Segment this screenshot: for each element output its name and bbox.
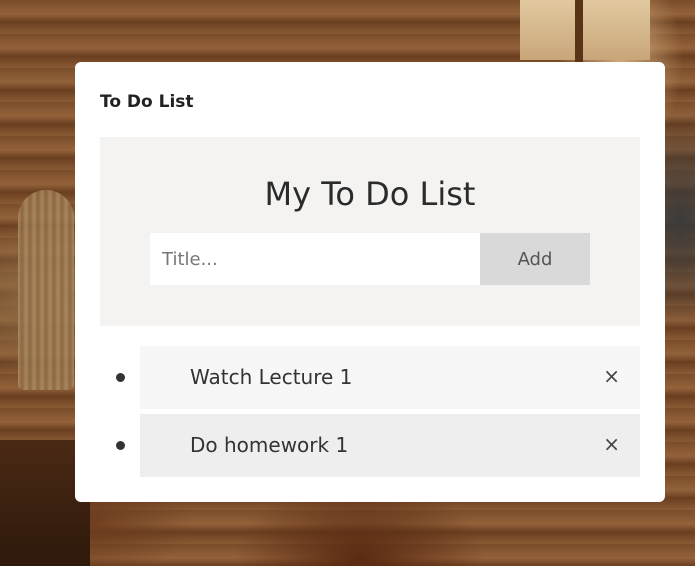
todo-list: Watch Lecture 1 × Do homework 1 × (100, 346, 640, 482)
todo-item[interactable]: Do homework 1 × (100, 414, 640, 477)
bullet-icon (116, 373, 125, 382)
close-icon[interactable]: × (603, 366, 620, 386)
bullet-icon (116, 441, 125, 450)
todo-item-text: Do homework 1 (190, 433, 349, 457)
add-button[interactable]: Add (480, 233, 590, 285)
todo-item-text: Watch Lecture 1 (190, 365, 353, 389)
background-window-frame (575, 0, 583, 62)
todo-item-body[interactable]: Do homework 1 × (140, 414, 640, 477)
header-panel: My To Do List Add (100, 137, 640, 326)
background-window (520, 0, 650, 60)
page-heading: My To Do List (264, 175, 476, 213)
close-icon[interactable]: × (603, 434, 620, 454)
background-chair (18, 190, 74, 390)
todo-item-body[interactable]: Watch Lecture 1 × (140, 346, 640, 409)
card-title: To Do List (100, 92, 194, 112)
todo-card: To Do List My To Do List Add Watch Lectu… (75, 62, 665, 502)
todo-item[interactable]: Watch Lecture 1 × (100, 346, 640, 409)
title-input[interactable] (150, 233, 480, 285)
